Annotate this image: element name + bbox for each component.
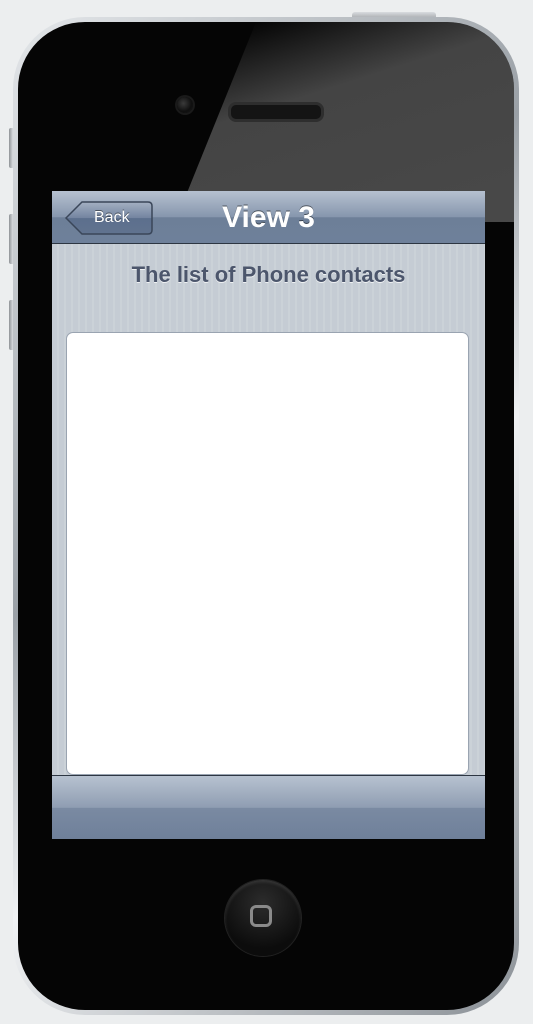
phone-frame: Back View 3 The list of Phone contacts bbox=[13, 17, 519, 1015]
contacts-heading: The list of Phone contacts bbox=[131, 262, 406, 287]
navigation-bar: Back View 3 bbox=[52, 191, 485, 244]
contacts-list[interactable] bbox=[66, 332, 469, 775]
content-area: The list of Phone contacts bbox=[52, 244, 485, 775]
phone-face: Back View 3 The list of Phone contacts bbox=[18, 22, 514, 1010]
app-screen: Back View 3 The list of Phone contacts bbox=[52, 191, 485, 839]
earpiece-speaker bbox=[228, 102, 324, 122]
bottom-toolbar bbox=[52, 775, 485, 839]
home-button[interactable] bbox=[225, 880, 301, 956]
home-button-icon bbox=[250, 905, 272, 927]
page-title: View 3 bbox=[222, 201, 315, 234]
camera-icon bbox=[177, 97, 193, 113]
